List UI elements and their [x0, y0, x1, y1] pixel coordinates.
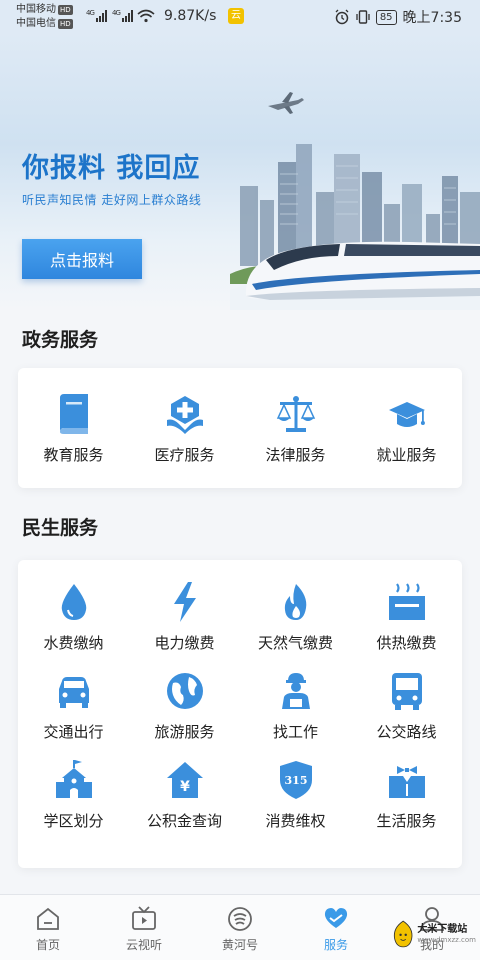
life-service-item[interactable]: 电力缴费	[129, 582, 240, 653]
banner-subtitle: 听民声知民情 走好网上群众路线	[22, 193, 202, 207]
water-drop-icon	[54, 582, 94, 622]
globe-icon	[165, 671, 205, 711]
lightning-icon	[165, 582, 205, 622]
hd-badge: HD	[58, 5, 73, 15]
network-speed: 9.87K/s	[164, 8, 217, 24]
nav-item-3[interactable]: 黄河号	[192, 895, 288, 960]
nav-item-2[interactable]: 云视听	[96, 895, 192, 960]
life-service-item[interactable]: 天然气缴费	[240, 582, 351, 653]
life-service-item[interactable]: 315 消费维权	[240, 760, 351, 831]
life-service-item[interactable]: 学区划分	[18, 760, 129, 831]
nav-item-label: 服务	[323, 938, 348, 952]
life-service-item-label: 消费维权	[265, 812, 326, 830]
app-notification-icon: 云	[228, 8, 244, 24]
shield-text: 315	[284, 774, 307, 787]
city-train-illustration	[230, 92, 480, 310]
life-service-item-label: 公积金查询	[146, 812, 222, 830]
gov-service-item-label: 医疗服务	[154, 446, 215, 464]
status-bar: 中国移动 HD 中国电信 HD 4G 4G 9.87K/s 云 85 晚上7:35	[0, 0, 480, 34]
gov-service-item[interactable]: 就业服务	[351, 394, 462, 465]
life-service-item[interactable]: 供热缴费	[351, 582, 462, 653]
gov-service-item-label: 法律服务	[265, 446, 326, 464]
nav-item-1[interactable]: 首页	[0, 895, 96, 960]
bus-icon	[387, 671, 427, 711]
life-services-card: 水费缴纳 电力缴费 天然气缴费 供热缴费交通出行 旅游服务 找工作 公交路线学区划分 ¥ 公积金…	[18, 560, 462, 868]
heater-icon	[387, 582, 427, 622]
vibrate-icon	[356, 10, 370, 24]
life-service-item-label: 天然气缴费	[257, 634, 333, 652]
life-service-item-label: 生活服务	[376, 812, 437, 830]
section-title-gov: 政务服务	[22, 329, 99, 351]
watermark-url: www.dmxzz.com	[417, 936, 476, 944]
life-service-item-label: 交通出行	[43, 723, 104, 741]
gov-service-item[interactable]: 教育服务	[18, 394, 129, 465]
network-type: 4G	[86, 9, 94, 17]
life-service-item[interactable]: 找工作	[240, 671, 351, 742]
life-service-item[interactable]: 生活服务	[351, 760, 462, 831]
tv-icon	[130, 905, 158, 933]
nav-item-label: 黄河号	[221, 938, 258, 952]
watermark: 大米下载站 www.dmxzz.com	[392, 912, 476, 956]
carrier-2: 中国电信	[16, 18, 56, 29]
life-service-item[interactable]: ¥ 公积金查询	[129, 760, 240, 831]
gov-service-item[interactable]: 法律服务	[240, 394, 351, 465]
gov-service-item[interactable]: 医疗服务	[129, 394, 240, 465]
hd-badge: HD	[58, 19, 73, 29]
medical-icon	[165, 394, 205, 434]
battery-indicator: 85	[375, 9, 397, 25]
life-service-item-label: 旅游服务	[154, 723, 215, 741]
home-icon	[34, 905, 62, 933]
yellow-river-icon	[226, 905, 254, 933]
life-service-item-label: 学区划分	[43, 812, 104, 830]
network-type: 4G	[112, 9, 120, 17]
report-button[interactable]: 点击报料	[22, 239, 142, 279]
alarm-icon	[335, 9, 349, 25]
heart-hand-icon	[322, 905, 350, 933]
scales-icon	[276, 394, 316, 434]
life-service-item-label: 公交路线	[376, 723, 437, 741]
shield-315-icon: 315	[276, 760, 316, 800]
life-service-item[interactable]: 公交路线	[351, 671, 462, 742]
airplane-icon	[268, 92, 304, 114]
gov-service-item-label: 教育服务	[43, 446, 104, 464]
book-icon	[54, 394, 94, 434]
nav-item-label: 云视听	[125, 938, 162, 952]
school-icon	[54, 760, 94, 800]
nav-item-4[interactable]: 服务	[288, 895, 384, 960]
life-service-item-label: 找工作	[272, 723, 318, 741]
life-service-item-label: 供热缴费	[376, 634, 437, 652]
section-title-life: 民生服务	[22, 517, 99, 539]
fund-house-icon: ¥	[165, 760, 205, 800]
life-service-item[interactable]: 交通出行	[18, 671, 129, 742]
life-service-item[interactable]: 水费缴纳	[18, 582, 129, 653]
butler-icon	[387, 760, 427, 800]
life-service-item-label: 水费缴纳	[43, 634, 104, 652]
status-right: 85 晚上7:35	[334, 7, 462, 27]
hero-banner: 你报料 我回应 听民声知民情 走好网上群众路线 点击报料	[0, 34, 480, 310]
watermark-logo-icon	[393, 920, 413, 948]
gov-service-item-label: 就业服务	[376, 446, 437, 464]
carrier-info: 中国移动 HD 中国电信 HD	[16, 3, 73, 31]
nav-item-label: 首页	[35, 938, 60, 952]
life-service-item[interactable]: 旅游服务	[129, 671, 240, 742]
car-icon	[54, 671, 94, 711]
signal-icon: 4G 4G	[86, 8, 158, 27]
carrier-1: 中国移动	[16, 4, 56, 15]
graduation-cap-icon	[387, 394, 427, 434]
worker-icon	[276, 671, 316, 711]
banner-title: 你报料 我回应	[22, 153, 201, 184]
life-service-item-label: 电力缴费	[154, 634, 215, 652]
fund-symbol: ¥	[180, 779, 190, 795]
clock: 晚上7:35	[402, 10, 462, 26]
watermark-text: 大米下载站	[417, 924, 468, 935]
flame-icon	[276, 582, 316, 622]
gov-services-card: 教育服务 医疗服务 法律服务 就业服务	[18, 368, 462, 488]
